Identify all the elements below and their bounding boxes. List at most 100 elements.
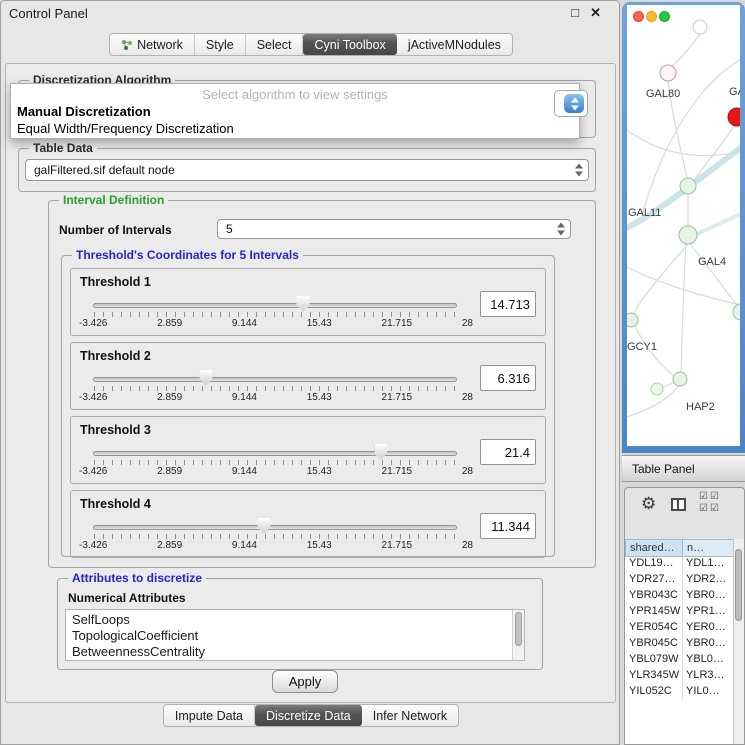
table-header-row: shared… n… [625,539,744,557]
scrollbar-thumb[interactable] [515,612,522,646]
column-header-shared-name[interactable]: shared… [625,539,683,557]
table-row[interactable]: YBR045CYBR0… [625,637,733,653]
tab-discretize-data[interactable]: Discretize Data [255,705,362,726]
threshold-1-label: Threshold 1 [80,275,151,289]
float-window-icon[interactable]: □ [571,5,579,20]
slider-ticks [94,534,456,539]
threshold-3-value-field[interactable] [480,439,536,465]
slider-ticks [94,460,456,465]
node-gal4[interactable] [679,226,697,244]
node[interactable] [733,304,740,320]
updown-arrows-icon [557,223,565,236]
threshold-4-panel: Threshold 4 -3.4262.8599.14415.4321.7152… [70,490,546,558]
threshold-4-slider[interactable]: -3.4262.8599.14415.4321.71528 [93,517,457,555]
threshold-2-slider[interactable]: -3.4262.8599.14415.4321.71528 [93,369,457,407]
tab-cyni-toolbox[interactable]: Cyni Toolbox [303,34,396,55]
table-row[interactable]: YDR27…YDR2… [625,573,733,589]
threshold-4-value-field[interactable] [480,513,536,539]
list-item[interactable]: BetweennessCentrality [66,644,524,660]
table-data-label: Table Data [29,141,97,155]
node[interactable] [693,20,707,34]
table-row[interactable]: YLR345WYLR3… [625,669,733,685]
traffic-light-zoom-icon[interactable] [659,11,670,22]
node-gal80[interactable] [660,65,676,81]
threshold-3-slider[interactable]: -3.4262.8599.14415.4321.71528 [93,443,457,481]
window-title: Control Panel [9,6,88,21]
number-of-intervals-combobox[interactable]: 5 [217,219,571,239]
threshold-3-label: Threshold 3 [80,423,151,437]
attributes-legend: Attributes to discretize [68,571,206,585]
threshold-3-thumb[interactable] [374,444,387,460]
algorithm-placeholder: Select algorithm to view settings [11,87,579,102]
checkbox-icon[interactable]: ☑ [699,503,710,515]
slider-scale: -3.4262.8599.14415.4321.71528 [79,466,473,477]
node[interactable] [651,383,663,395]
node-gcy1[interactable] [627,313,638,327]
algorithm-combobox-stepper[interactable] [564,94,584,113]
table-row[interactable]: YER054CYER0… [625,621,733,637]
interval-definition-group: Interval Definition Number of Intervals … [48,200,596,568]
columns-icon[interactable] [671,498,686,511]
table-row[interactable]: YDL19…YDL1… [625,557,733,573]
algorithm-option-manual[interactable]: Manual Discretization [17,104,151,119]
threshold-2-panel: Threshold 2 -3.4262.8599.14415.4321.7152… [70,342,546,410]
slider-scale: -3.4262.8599.14415.4321.71528 [79,318,473,329]
node-hap2[interactable] [673,372,687,386]
algorithm-option-equal-width[interactable]: Equal Width/Frequency Discretization [17,121,234,136]
tab-network[interactable]: Network [110,34,195,55]
threshold-4-label: Threshold 4 [80,497,151,511]
thresholds-group: Threshold's Coordinates for 5 Intervals … [61,255,555,557]
algorithm-combobox-end [554,90,588,117]
table-row[interactable]: YBR043CYBR0… [625,589,733,605]
threshold-2-label: Threshold 2 [80,349,151,363]
table-row[interactable]: YIL052CYIL0… [625,685,733,701]
checkbox-icons[interactable]: ☑ ☑ ☑ ☑ [699,491,721,515]
threshold-1-thumb[interactable] [297,296,310,312]
tab-select[interactable]: Select [246,34,304,55]
threshold-4-thumb[interactable] [258,518,271,534]
table-scrollbar[interactable] [733,539,744,744]
threshold-1-slider[interactable]: -3.4262.8599.14415.4321.71528 [93,295,457,333]
tab-impute-data[interactable]: Impute Data [164,705,255,726]
checkbox-icon[interactable]: ☑ [699,491,710,503]
threshold-1-value-field[interactable] [480,291,536,317]
tab-infer-network[interactable]: Infer Network [362,705,458,726]
node-label: GAL80 [646,88,680,100]
network-canvas[interactable]: GAL80 GA GAL11 GAL4 GCY1 HAP2 [627,5,740,446]
table-body: YDL19…YDL1… YDR27…YDR2… YBR043CYBR0… YPR… [625,557,733,744]
list-item[interactable]: SelfLoops [66,612,524,628]
threshold-1-panel: Threshold 1 -3.4262.8599.14415.4321.7152… [70,268,546,336]
close-icon[interactable]: ✕ [590,5,601,21]
slider-track[interactable] [93,451,457,456]
slider-scale: -3.4262.8599.14415.4321.71528 [79,540,473,551]
threshold-2-thumb[interactable] [199,370,212,386]
top-tab-bar: Network Style Select Cyni Toolbox jActiv… [1,33,621,56]
node-label: HAP2 [686,401,715,413]
threshold-2-value-field[interactable] [480,365,536,391]
gear-icon[interactable]: ⚙ [641,494,656,514]
tab-jactivemodules[interactable]: jActiveMNodules [397,34,512,55]
node-selected-red[interactable] [728,108,740,126]
list-scrollbar[interactable] [512,610,524,660]
tab-style[interactable]: Style [195,34,246,55]
checkbox-icon[interactable]: ☑ [710,503,721,515]
apply-button[interactable]: Apply [272,670,338,693]
slider-ticks [94,312,456,317]
traffic-light-minimize-icon[interactable] [646,11,657,22]
table-row[interactable]: YBL079WYBL0… [625,653,733,669]
list-item[interactable]: TopologicalCoefficient [66,628,524,644]
numerical-attributes-label: Numerical Attributes [68,591,186,605]
slider-track[interactable] [93,303,457,308]
checkbox-icon[interactable]: ☑ [710,491,721,503]
slider-track[interactable] [93,377,457,382]
table-data-combobox[interactable]: galFiltered.sif default node [25,159,589,181]
cyni-toolbox-panel: Discretization Algorithm Select algorith… [5,63,616,703]
thresholds-legend: Threshold's Coordinates for 5 Intervals [72,248,303,262]
slider-track[interactable] [93,525,457,530]
node-label: GCY1 [627,341,657,353]
table-row[interactable]: YPR145WYPR1… [625,605,733,621]
scrollbar-thumb[interactable] [735,549,742,621]
traffic-light-close-icon[interactable] [633,11,644,22]
node-label: GA [729,86,740,98]
node-gal11[interactable] [680,178,696,194]
